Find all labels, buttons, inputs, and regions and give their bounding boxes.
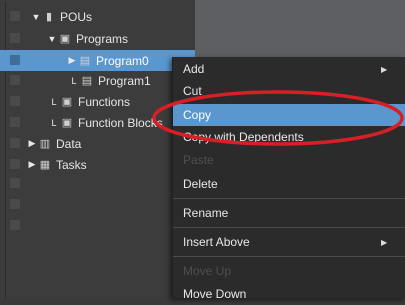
menu-item-label: Move Up (183, 264, 232, 278)
row-gutter (10, 138, 20, 148)
tree-item-function-blocks[interactable]: L ▣ Function Blocks (0, 112, 195, 133)
expand-toggle-icon[interactable]: ▶ (26, 138, 38, 149)
row-gutter (10, 96, 20, 106)
row-gutter (10, 199, 20, 209)
row-gutter (10, 55, 20, 65)
tree-connector-icon: L (51, 96, 57, 107)
tasks-icon: ▦ (39, 159, 51, 171)
tree-item-program0[interactable]: ▶ ▤ Program0 (0, 50, 195, 71)
menu-item-move-down[interactable]: Move Down (173, 283, 405, 305)
menu-item-cut[interactable]: Cut (173, 80, 405, 102)
folder-icon: ▣ (61, 96, 73, 108)
folder-icon: ▣ (61, 117, 73, 129)
expand-toggle-icon[interactable]: ▼ (46, 34, 58, 44)
submenu-arrow-icon: ▶ (381, 64, 388, 74)
tree-item-label: Tasks (56, 157, 87, 172)
menu-item-label: Paste (183, 153, 214, 167)
menu-item-label: Delete (183, 177, 218, 191)
tree-item-label: POUs (60, 9, 93, 24)
menu-item-label: Insert Above (183, 235, 250, 249)
row-gutter (10, 178, 20, 188)
menu-item-delete[interactable]: Delete (173, 173, 405, 195)
folder-icon: ▣ (59, 33, 71, 45)
menu-item-copy-with-dependents[interactable]: Copy with Dependents (173, 126, 405, 148)
context-menu: Add ▶ Cut Copy Copy with Dependents Past… (172, 57, 405, 301)
tree-connector-icon: L (51, 117, 57, 128)
tree-item-label: Data (56, 136, 82, 151)
table-icon: ▥ (39, 138, 51, 150)
tree-item-data[interactable]: ▶ ▥ Data (0, 133, 195, 154)
tree-item-pous[interactable]: ▼ ▮ POUs (0, 6, 195, 27)
row-gutter (10, 220, 20, 230)
program-icon: ▤ (79, 55, 91, 67)
row-gutter (10, 75, 20, 85)
expand-toggle-icon[interactable]: ▶ (66, 55, 78, 66)
clipboard-icon: ▮ (45, 11, 53, 23)
project-tree: ▼ ▮ POUs ▼ ▣ Programs ▶ ▤ Program0 L ▤ P… (0, 0, 195, 298)
row-gutter (10, 33, 20, 43)
expand-toggle-icon[interactable]: ▶ (26, 159, 38, 170)
tree-item-label: Programs (76, 31, 129, 46)
row-gutter (10, 159, 20, 169)
menu-item-label: Rename (183, 206, 229, 220)
tree-item-tasks[interactable]: ▶ ▦ Tasks (0, 154, 195, 175)
tree-connector-icon: L (71, 75, 77, 86)
menu-separator (173, 198, 405, 199)
tree-item-functions[interactable]: L ▣ Functions (0, 91, 195, 112)
menu-item-rename[interactable]: Rename (173, 202, 405, 224)
row-gutter (10, 11, 20, 21)
program-icon: ▤ (81, 75, 93, 87)
menu-item-label: Move Down (183, 287, 247, 301)
menu-item-paste[interactable]: Paste (173, 149, 405, 171)
menu-separator (173, 256, 405, 257)
tree-item-program1[interactable]: L ▤ Program1 (0, 70, 195, 91)
submenu-arrow-icon: ▶ (381, 237, 388, 247)
tree-item-programs[interactable]: ▼ ▣ Programs (0, 28, 195, 49)
menu-item-add[interactable]: Add ▶ (173, 58, 405, 80)
tree-item-label: Function Blocks (78, 115, 163, 130)
tree-item-label: Program0 (96, 53, 149, 68)
menu-item-move-up[interactable]: Move Up (173, 260, 405, 282)
menu-item-label: Add (183, 62, 205, 76)
tree-item-label: Program1 (98, 73, 151, 88)
menu-item-copy[interactable]: Copy (173, 104, 405, 126)
menu-item-label: Cut (183, 84, 202, 98)
tree-item-label: Functions (78, 94, 131, 109)
menu-item-label: Copy with Dependents (183, 130, 304, 144)
menu-item-insert-above[interactable]: Insert Above ▶ (173, 231, 405, 253)
expand-toggle-icon[interactable]: ▼ (30, 12, 42, 22)
menu-item-label: Copy (183, 108, 212, 122)
row-gutter (10, 117, 20, 127)
menu-separator (173, 227, 405, 228)
